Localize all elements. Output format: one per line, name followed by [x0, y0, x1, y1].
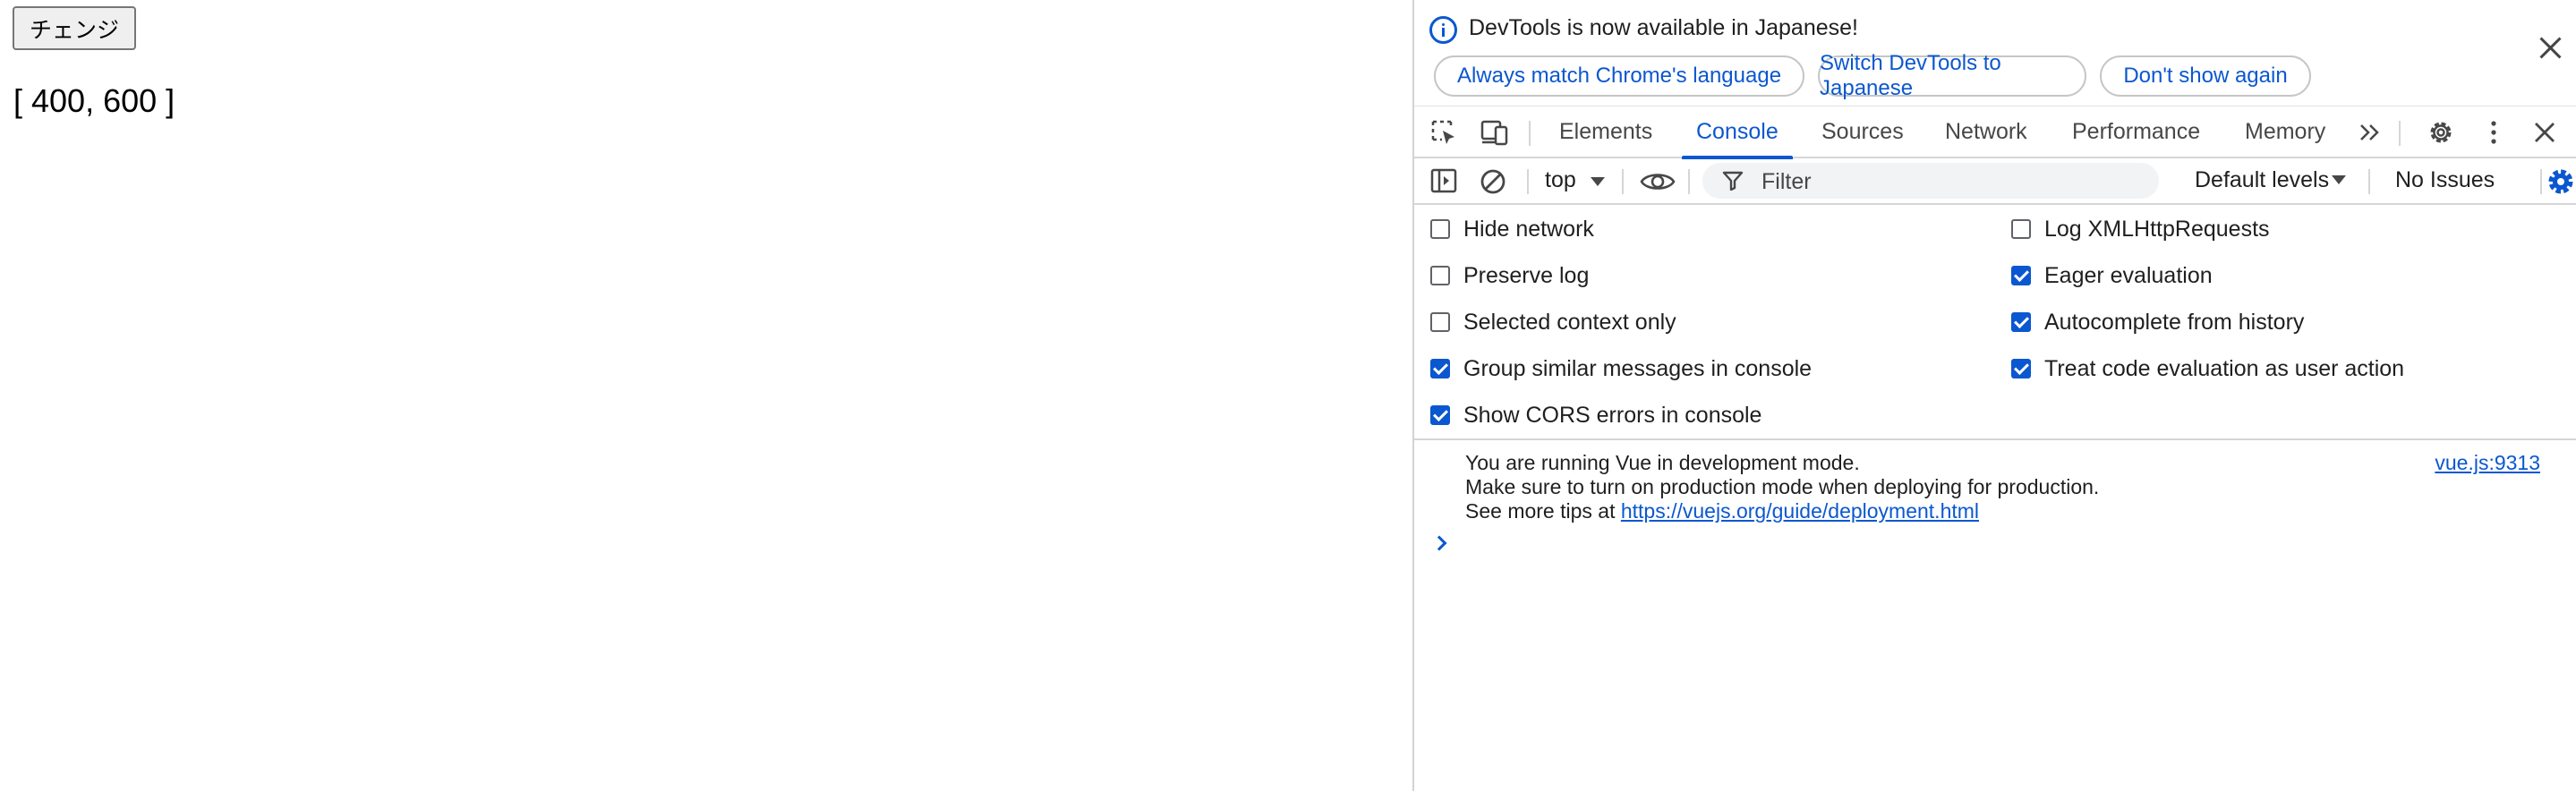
more-tabs-icon[interactable] — [2358, 121, 2383, 144]
dont-show-again-button[interactable]: Don't show again — [2100, 55, 2311, 97]
option-label: Eager evaluation — [2044, 262, 2213, 288]
selected-context-only-option[interactable]: Selected context only — [1430, 309, 1676, 336]
console-prompt-chevron-icon[interactable] — [1431, 535, 1447, 551]
console-line: Make sure to turn on production mode whe… — [1465, 475, 2100, 498]
filter-placeholder: Filter — [1761, 169, 1812, 194]
devtools-panel: DevTools is now available in Japanese! A… — [1412, 0, 2576, 791]
close-infobar-icon[interactable] — [2538, 36, 2563, 61]
selected-context-only-checkbox[interactable] — [1430, 312, 1450, 332]
eager-evaluation-checkbox[interactable] — [2011, 266, 2031, 285]
tab-elements[interactable]: Elements — [1559, 106, 1652, 157]
hide-network-option[interactable]: Hide network — [1430, 216, 1594, 242]
option-label: Hide network — [1463, 216, 1594, 242]
always-match-language-button[interactable]: Always match Chrome's language — [1434, 55, 1804, 97]
option-label: Log XMLHttpRequests — [2044, 216, 2270, 242]
context-selector[interactable]: top — [1545, 167, 1576, 193]
close-devtools-icon[interactable] — [2533, 121, 2556, 144]
caret-down-icon[interactable] — [1590, 176, 1606, 187]
gear-icon[interactable] — [2426, 117, 2456, 148]
toolbar-separator — [2540, 169, 2542, 194]
console-toolbar: top Filter Default levels No Issues — [1414, 158, 2576, 205]
group-similar-checkbox[interactable] — [1430, 359, 1450, 378]
deployment-guide-link[interactable]: https://vuejs.org/guide/deployment.html — [1621, 499, 1979, 523]
option-label: Preserve log — [1463, 262, 1590, 288]
clear-console-icon[interactable] — [1479, 167, 1507, 196]
toolbar-separator — [1688, 169, 1690, 194]
autocomplete-history-checkbox[interactable] — [2011, 312, 2031, 332]
tab-network[interactable]: Network — [1945, 106, 2027, 157]
sidebar-toggle-icon[interactable] — [1430, 167, 1457, 194]
autocomplete-history-option[interactable]: Autocomplete from history — [2011, 309, 2304, 336]
log-levels-value: Default levels — [2195, 167, 2330, 192]
kebab-menu-icon[interactable] — [2488, 119, 2499, 146]
toolbar-separator — [2368, 169, 2370, 194]
tab-console[interactable]: Console — [1682, 106, 1793, 159]
log-xmlhttprequests-option[interactable]: Log XMLHttpRequests — [2011, 216, 2270, 242]
eager-evaluation-option[interactable]: Eager evaluation — [2011, 262, 2213, 289]
context-selector-value: top — [1545, 167, 1576, 192]
info-icon — [1429, 16, 1457, 44]
hide-network-checkbox[interactable] — [1430, 219, 1450, 239]
caret-down-icon[interactable] — [2331, 174, 2347, 185]
filter-input[interactable]: Filter — [1702, 163, 2159, 199]
toolbar-separator — [1622, 169, 1624, 194]
preserve-log-option[interactable]: Preserve log — [1430, 262, 1589, 289]
show-cors-errors-checkbox[interactable] — [1430, 405, 1450, 425]
switch-to-japanese-button[interactable]: Switch DevTools to Japanese — [1818, 51, 2086, 100]
language-infobar: DevTools is now available in Japanese! A… — [1414, 0, 2576, 106]
tab-sources[interactable]: Sources — [1821, 106, 1904, 157]
show-cors-errors-option[interactable]: Show CORS errors in console — [1430, 402, 1761, 429]
message-source-link[interactable]: vue.js:9313 — [2435, 451, 2540, 475]
inspect-element-icon[interactable] — [1430, 119, 1457, 146]
toolbar-separator — [1527, 169, 1529, 194]
console-settings-icon[interactable] — [2546, 166, 2576, 197]
console-line-prefix: See more tips at — [1465, 499, 1621, 523]
console-settings-panel: Hide network Preserve log Selected conte… — [1414, 205, 2576, 440]
eye-icon[interactable] — [1640, 169, 1676, 194]
treat-eval-user-action-option[interactable]: Treat code evaluation as user action — [2011, 355, 2404, 382]
treat-eval-user-action-checkbox[interactable] — [2011, 359, 2031, 378]
group-similar-option[interactable]: Group similar messages in console — [1430, 355, 1812, 382]
console-message: You are running Vue in development mode.… — [1465, 451, 2099, 523]
tab-memory[interactable]: Memory — [2245, 106, 2325, 157]
filter-icon — [1722, 171, 1744, 191]
console-line: You are running Vue in development mode. — [1465, 451, 1860, 474]
tab-separator — [2399, 121, 2401, 146]
issues-counter[interactable]: No Issues — [2395, 167, 2495, 193]
preserve-log-checkbox[interactable] — [1430, 266, 1450, 285]
option-label: Autocomplete from history — [2044, 309, 2305, 335]
log-xmlhttprequests-checkbox[interactable] — [2011, 219, 2031, 239]
option-label: Show CORS errors in console — [1463, 402, 1762, 428]
array-output: [ 400, 600 ] — [13, 82, 175, 119]
device-toolbar-icon[interactable] — [1480, 119, 1509, 146]
panel-tab-bar: Elements Console Sources Network Perform… — [1414, 106, 2576, 159]
tab-separator — [1529, 121, 1531, 146]
tab-performance[interactable]: Performance — [2072, 106, 2200, 157]
log-levels-dropdown[interactable]: Default levels — [2195, 167, 2329, 193]
option-label: Treat code evaluation as user action — [2044, 355, 2405, 381]
option-label: Selected context only — [1463, 309, 1676, 335]
infobar-message: DevTools is now available in Japanese! — [1469, 15, 1858, 40]
page-viewport: チェンジ [ 400, 600 ] — [0, 0, 1412, 791]
change-button[interactable]: チェンジ — [13, 6, 136, 50]
option-label: Group similar messages in console — [1463, 355, 1813, 381]
console-line: See more tips at https://vuejs.org/guide… — [1465, 499, 2099, 523]
